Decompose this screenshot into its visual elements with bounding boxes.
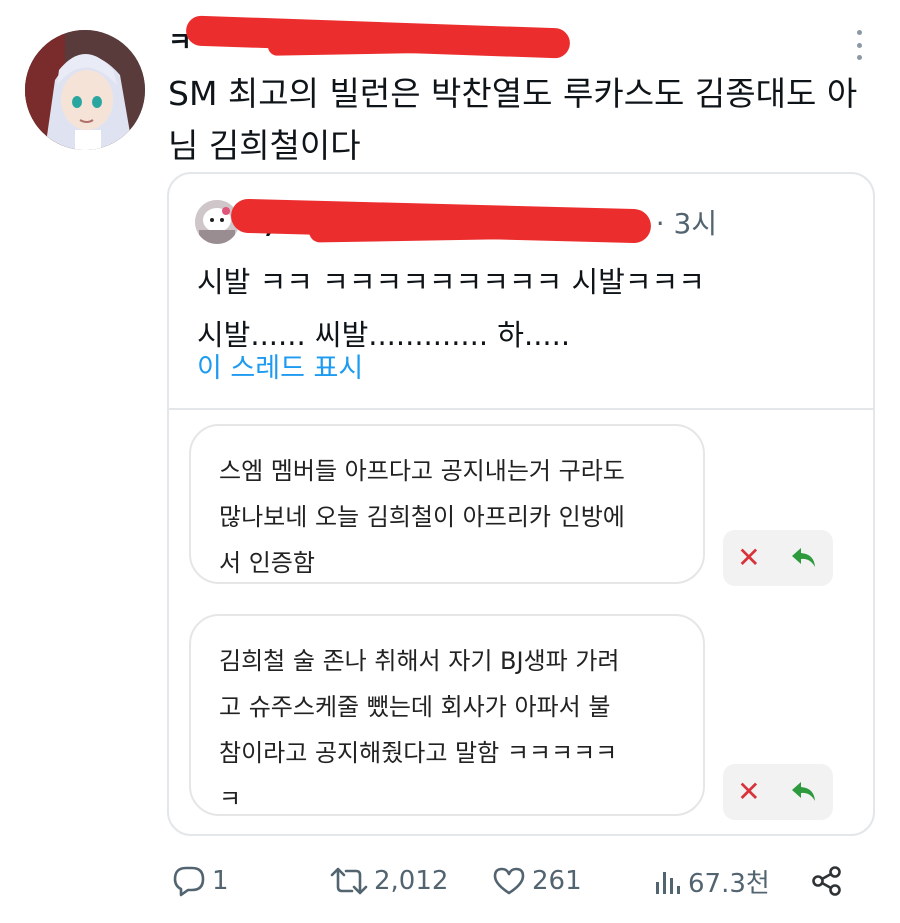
tweet-text-line: 님 김희철이다 bbox=[168, 126, 361, 165]
comment-line: 많나보네 오늘 김희철이 아프리카 인방에 bbox=[219, 503, 625, 531]
like-count: 261 bbox=[532, 866, 582, 896]
more-options-icon[interactable] bbox=[854, 30, 864, 60]
delete-icon[interactable]: ✕ bbox=[737, 544, 760, 572]
retweet-button[interactable]: 2,012 bbox=[330, 856, 448, 906]
reply-arrow-icon[interactable] bbox=[789, 778, 819, 806]
share-button[interactable] bbox=[810, 856, 844, 906]
delete-icon[interactable]: ✕ bbox=[737, 778, 760, 806]
retweet-count: 2,012 bbox=[374, 866, 449, 896]
author-avatar[interactable] bbox=[25, 30, 145, 150]
comment-bubble: 스엠 멤버들 아프다고 공지내는거 구라도 많나보네 오늘 김희철이 아프리카 … bbox=[189, 424, 705, 584]
reply-icon bbox=[172, 865, 206, 897]
reply-arrow-icon[interactable] bbox=[789, 544, 819, 572]
tweet-action-bar: 1 2,012 261 67.3천 bbox=[0, 856, 900, 906]
comment-line: ㅋ bbox=[219, 785, 242, 813]
comment-line: 서 인증함 bbox=[219, 549, 315, 577]
comment-line: 김희철 술 존나 취해서 자기 BJ생파 가려 bbox=[219, 647, 620, 675]
quoted-tweet[interactable]: -, 3 · 3시 시발 ㅋㅋ ㅋㅋㅋㅋㅋㅋㅋㅋㅋ 시발ㅋㅋㅋ 시발......… bbox=[167, 172, 875, 836]
heart-icon bbox=[492, 866, 526, 896]
share-icon bbox=[810, 865, 844, 897]
comment-actions: ✕ bbox=[723, 764, 833, 820]
analytics-icon bbox=[652, 866, 682, 896]
divider bbox=[169, 408, 873, 410]
comment-bubble: 김희철 술 존나 취해서 자기 BJ생파 가려 고 슈주스케줄 뺐는데 회사가 … bbox=[189, 614, 705, 816]
reply-count: 1 bbox=[212, 866, 229, 896]
comment-line: 스엠 멤버들 아프다고 공지내는거 구라도 bbox=[219, 457, 625, 485]
quoted-text-line: 시발 ㅋㅋ ㅋㅋㅋㅋㅋㅋㅋㅋㅋ 시발ㅋㅋㅋ bbox=[197, 265, 705, 299]
show-thread-link[interactable]: 이 스레드 표시 bbox=[197, 346, 363, 385]
like-button[interactable]: 261 bbox=[492, 856, 582, 906]
views-button[interactable]: 67.3천 bbox=[652, 856, 770, 906]
tweet-text: SM 최고의 빌런은 박찬열도 루카스도 김종대도 아 님 김희철이다 bbox=[168, 68, 868, 172]
views-count: 67.3천 bbox=[688, 868, 770, 899]
reply-button[interactable]: 1 bbox=[172, 856, 229, 906]
redaction-mark bbox=[267, 34, 469, 56]
comment-actions: ✕ bbox=[723, 530, 833, 586]
tweet-text-line: SM 최고의 빌런은 박찬열도 루카스도 김종대도 아 bbox=[168, 74, 858, 113]
comment-line: 고 슈주스케줄 뺐는데 회사가 아파서 불 bbox=[219, 693, 611, 721]
retweet-icon bbox=[330, 865, 368, 897]
comment-line: 참이라고 공지해줬다고 말함 ㅋㅋㅋㅋㅋ bbox=[219, 739, 618, 767]
